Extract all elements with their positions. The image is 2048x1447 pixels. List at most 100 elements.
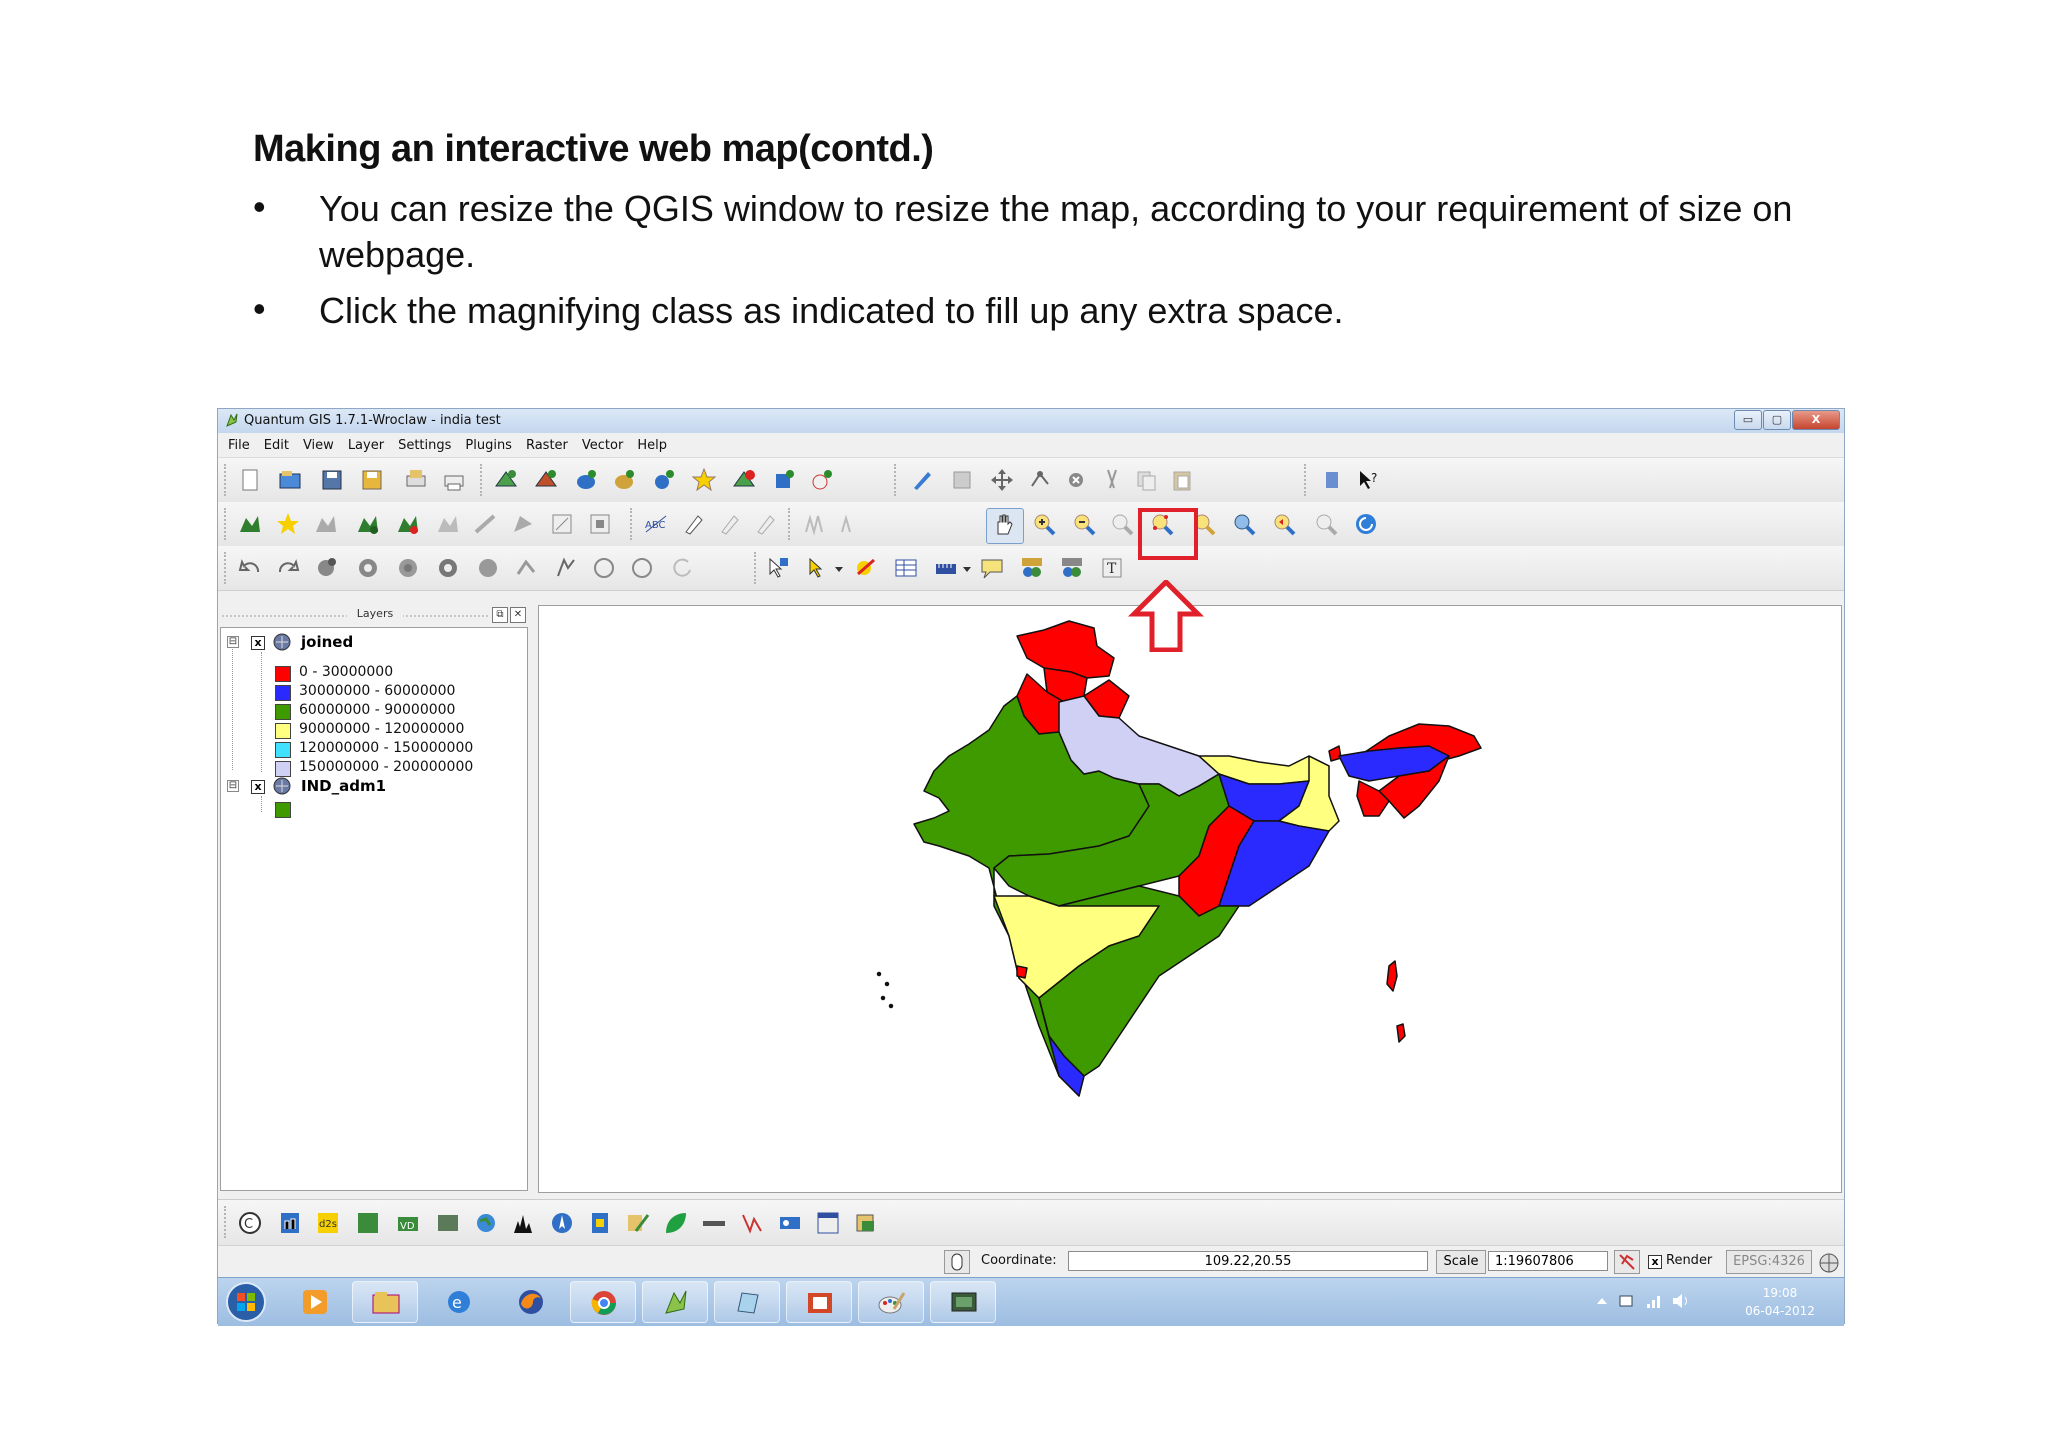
offset-curve-icon[interactable] bbox=[512, 554, 540, 582]
new-bookmark-icon[interactable] bbox=[236, 510, 264, 538]
identify-icon[interactable] bbox=[764, 554, 792, 582]
maximize-button[interactable]: ▢ bbox=[1763, 410, 1791, 430]
menu-view[interactable]: View bbox=[303, 438, 334, 453]
stop-render-button[interactable] bbox=[1614, 1250, 1640, 1274]
copyright-label-icon[interactable]: C bbox=[236, 1209, 264, 1237]
toolbar-grip[interactable] bbox=[1304, 464, 1310, 496]
d2s-icon[interactable]: d2s bbox=[314, 1209, 342, 1237]
add-vector-layer-icon[interactable] bbox=[492, 466, 520, 494]
node-tool-icon[interactable] bbox=[1026, 466, 1054, 494]
toolbar-grip[interactable] bbox=[754, 552, 760, 584]
float-panel-button[interactable]: ⧉ bbox=[492, 607, 508, 623]
add-wfs-layer-icon[interactable] bbox=[770, 466, 798, 494]
menu-layer[interactable]: Layer bbox=[348, 438, 384, 453]
toolbar-grip[interactable] bbox=[480, 464, 486, 496]
menu-plugins[interactable]: Plugins bbox=[465, 438, 512, 453]
cut-features-icon[interactable] bbox=[1098, 466, 1126, 494]
show-hidden-icons-icon[interactable] bbox=[1596, 1296, 1608, 1306]
copy-features-icon[interactable] bbox=[1132, 466, 1160, 494]
add-raster-layer-icon[interactable] bbox=[532, 466, 560, 494]
taskbar-internet-explorer[interactable]: e bbox=[426, 1281, 492, 1323]
save-project-icon[interactable] bbox=[318, 466, 346, 494]
text-annotation-icon[interactable] bbox=[716, 510, 744, 538]
menu-help[interactable]: Help bbox=[637, 438, 667, 453]
taskbar-powerpoint[interactable] bbox=[786, 1281, 852, 1323]
toolbar-grip[interactable] bbox=[224, 552, 230, 584]
select-dropdown-icon[interactable] bbox=[834, 564, 844, 574]
taskbar-screen-capture[interactable] bbox=[930, 1281, 996, 1323]
new-bookmark-pin-icon[interactable] bbox=[1018, 554, 1046, 582]
taskbar-window[interactable] bbox=[714, 1281, 780, 1323]
menu-file[interactable]: File bbox=[228, 438, 250, 453]
deselect-features-icon[interactable] bbox=[434, 510, 462, 538]
merge-attributes-icon[interactable] bbox=[628, 554, 656, 582]
clock-time[interactable]: 19:08 bbox=[1740, 1286, 1820, 1300]
reshape-features-icon[interactable] bbox=[474, 554, 502, 582]
select-tool-icon[interactable] bbox=[804, 554, 832, 582]
whats-this-icon[interactable]: ? bbox=[1354, 466, 1382, 494]
labeling-icon[interactable]: ABC bbox=[642, 510, 670, 538]
taskbar-chrome[interactable] bbox=[570, 1281, 636, 1323]
signal-strength-icon[interactable] bbox=[1644, 1290, 1666, 1312]
select-features-icon[interactable] bbox=[394, 510, 422, 538]
rotate-point-symbols-icon[interactable] bbox=[668, 554, 696, 582]
openlayers-plugin-icon[interactable] bbox=[776, 1209, 804, 1237]
clock-date[interactable]: 06-04-2012 bbox=[1740, 1304, 1820, 1318]
layer-expander[interactable]: ⊟ bbox=[227, 636, 239, 648]
edit-python-icon[interactable] bbox=[624, 1209, 652, 1237]
toggle-editing-icon[interactable] bbox=[908, 466, 936, 494]
zoom-out-icon[interactable] bbox=[1070, 510, 1098, 538]
compass-icon[interactable] bbox=[548, 1209, 576, 1237]
close-panel-button[interactable]: ✕ bbox=[510, 607, 526, 623]
toolbar-grip[interactable] bbox=[894, 464, 900, 496]
form-annotation-icon[interactable] bbox=[752, 510, 780, 538]
measure-icon[interactable] bbox=[312, 510, 340, 538]
layer-name[interactable]: joined bbox=[301, 633, 353, 651]
print-icon[interactable] bbox=[440, 466, 468, 494]
vector-tools-icon[interactable] bbox=[738, 1209, 766, 1237]
toolbar-grip[interactable] bbox=[788, 508, 794, 540]
delete-part-icon[interactable] bbox=[434, 554, 462, 582]
zoom-in-icon[interactable] bbox=[1030, 510, 1058, 538]
deselect-all-icon[interactable] bbox=[852, 554, 880, 582]
histogram-icon[interactable] bbox=[510, 1209, 538, 1237]
add-part-icon[interactable] bbox=[314, 554, 342, 582]
grass-tools-icon[interactable] bbox=[354, 1209, 382, 1237]
capture-line-icon[interactable] bbox=[472, 510, 500, 538]
toolbar-grip[interactable] bbox=[630, 508, 636, 540]
identify-features-icon[interactable] bbox=[354, 510, 382, 538]
add-postgis-layer-icon[interactable] bbox=[572, 466, 600, 494]
north-arrow-icon[interactable] bbox=[276, 1209, 304, 1237]
export-map-icon[interactable] bbox=[852, 1209, 880, 1237]
menu-settings[interactable]: Settings bbox=[398, 438, 451, 453]
text-annotation-tool-icon[interactable]: T bbox=[1098, 554, 1126, 582]
table-manager-icon[interactable] bbox=[814, 1209, 842, 1237]
save-as-icon[interactable] bbox=[358, 466, 386, 494]
toolbar-grip[interactable] bbox=[224, 508, 230, 540]
scale-field[interactable]: 1:19607806 bbox=[1488, 1251, 1608, 1271]
undo-icon[interactable] bbox=[236, 554, 264, 582]
volume-icon[interactable] bbox=[1670, 1290, 1692, 1312]
split-features-icon[interactable] bbox=[552, 554, 580, 582]
close-button[interactable]: X bbox=[1792, 410, 1840, 430]
help-contents-icon[interactable] bbox=[1318, 466, 1346, 494]
window-titlebar[interactable]: Quantum GIS 1.7.1-Wroclaw - india test ▭… bbox=[218, 409, 1844, 434]
taskbar-firefox[interactable] bbox=[498, 1281, 564, 1323]
pan-map-icon[interactable] bbox=[990, 510, 1018, 538]
zoom-last-icon[interactable] bbox=[1270, 510, 1298, 538]
add-wms-layer-icon[interactable] bbox=[650, 466, 678, 494]
add-ring-icon[interactable] bbox=[586, 510, 614, 538]
save-edits-icon[interactable] bbox=[948, 466, 976, 494]
move-feature-icon[interactable] bbox=[988, 466, 1016, 494]
redo-icon[interactable] bbox=[274, 554, 302, 582]
globe-icon[interactable] bbox=[472, 1209, 500, 1237]
georeferencer-icon[interactable] bbox=[434, 1209, 462, 1237]
layer-visibility-checkbox[interactable]: x bbox=[251, 636, 265, 650]
simplify-feature-icon[interactable] bbox=[548, 510, 576, 538]
delete-selected-icon[interactable] bbox=[1062, 466, 1090, 494]
delete-ring-icon[interactable] bbox=[394, 554, 422, 582]
new-shapefile-icon[interactable] bbox=[690, 466, 718, 494]
remove-layer-icon[interactable] bbox=[730, 466, 758, 494]
layer-name[interactable]: IND_adm1 bbox=[301, 777, 386, 795]
zoom-next-icon[interactable] bbox=[1312, 510, 1340, 538]
